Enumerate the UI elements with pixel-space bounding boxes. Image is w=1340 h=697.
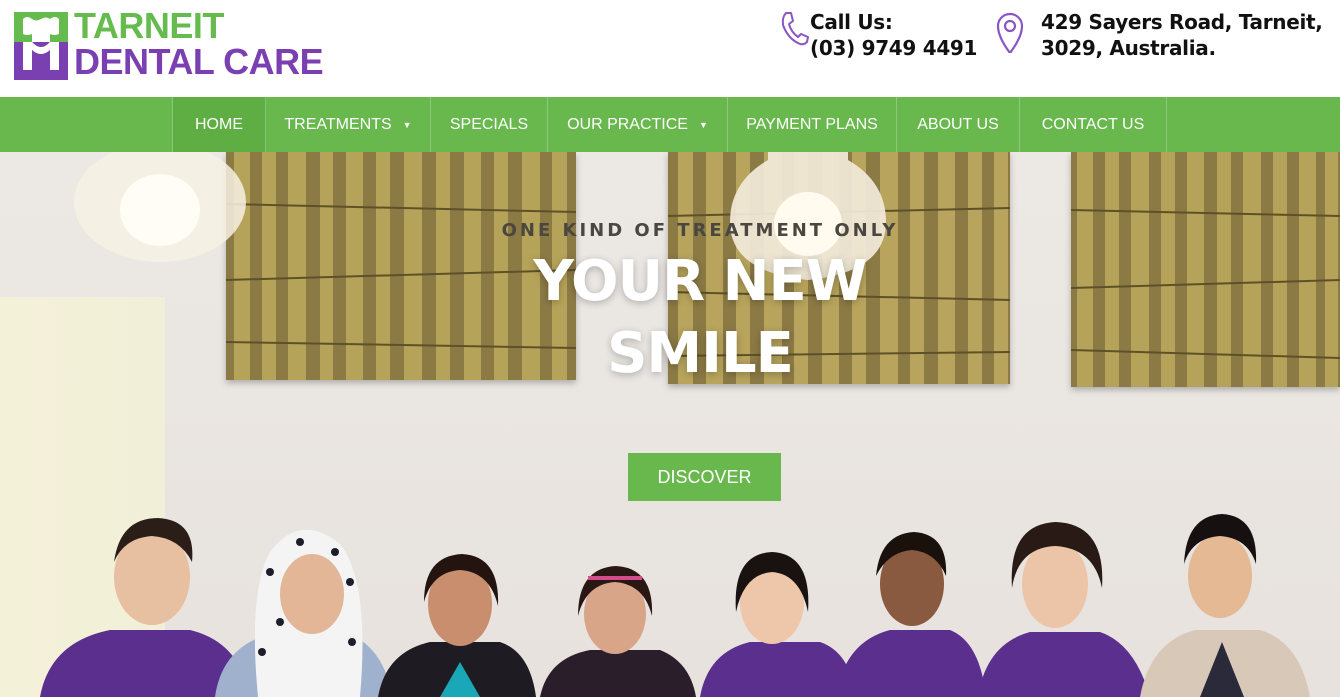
nav-item-treatments[interactable]: TREATMENTS ▼ bbox=[266, 97, 431, 152]
hero-subtitle: ONE KIND OF TREATMENT ONLY bbox=[501, 220, 899, 241]
nav-menu: HOME TREATMENTS ▼ SPECIALS OUR PRACTICE … bbox=[172, 97, 1167, 152]
hero-title-line-2: SMILE bbox=[607, 321, 794, 386]
phone-number[interactable]: (03) 9749 4491 bbox=[810, 35, 977, 61]
phone-icon bbox=[781, 12, 809, 46]
main-navigation: HOME TREATMENTS ▼ SPECIALS OUR PRACTICE … bbox=[0, 97, 1340, 152]
team-photo bbox=[40, 514, 1310, 697]
hero-banner: ONE KIND OF TREATMENT ONLY YOUR NEW SMIL… bbox=[0, 152, 1340, 697]
hero-title-line-1: YOUR NEW bbox=[533, 249, 867, 314]
nav-item-contact-us[interactable]: CONTACT US bbox=[1020, 97, 1167, 152]
chevron-down-icon: ▼ bbox=[402, 119, 412, 130]
nav-item-payment-plans[interactable]: PAYMENT PLANS bbox=[728, 97, 897, 152]
team-member bbox=[836, 532, 986, 697]
team-member bbox=[1140, 514, 1310, 697]
tooth-icon bbox=[14, 12, 68, 80]
hero-title: YOUR NEW SMILE bbox=[0, 246, 1340, 390]
address-block: 429 Sayers Road, Tarneit, 3029, Australi… bbox=[994, 9, 1334, 69]
address-line-1: 429 Sayers Road, Tarneit, bbox=[1041, 10, 1323, 34]
discover-button[interactable]: DISCOVER bbox=[628, 453, 781, 501]
team-member bbox=[40, 518, 250, 697]
nav-label: ABOUT US bbox=[917, 115, 999, 133]
call-us-block[interactable]: Call Us: (03) 9749 4491 bbox=[778, 9, 978, 69]
nav-item-our-practice[interactable]: OUR PRACTICE ▼ bbox=[548, 97, 728, 152]
nav-label: PAYMENT PLANS bbox=[746, 115, 878, 133]
address-line-2: 3029, Australia. bbox=[1041, 36, 1216, 60]
nav-label: CONTACT US bbox=[1041, 115, 1145, 133]
site-header: TARNEIT DENTAL CARE Call Us: (03) 9749 4… bbox=[0, 0, 1340, 97]
team-member bbox=[978, 522, 1150, 697]
team-member bbox=[700, 552, 856, 697]
site-logo[interactable]: TARNEIT DENTAL CARE bbox=[14, 6, 324, 82]
nav-item-home[interactable]: HOME bbox=[173, 97, 266, 152]
team-member bbox=[540, 566, 696, 697]
team-member bbox=[378, 554, 536, 697]
team-member bbox=[215, 529, 392, 697]
nav-item-about-us[interactable]: ABOUT US bbox=[897, 97, 1020, 152]
nav-item-specials[interactable]: SPECIALS bbox=[431, 97, 548, 152]
logo-text-dental-care: DENTAL CARE bbox=[74, 41, 324, 82]
nav-label: OUR PRACTICE bbox=[567, 115, 688, 133]
chevron-down-icon: ▼ bbox=[698, 119, 708, 130]
nav-label: TREATMENTS bbox=[284, 115, 392, 133]
nav-label: HOME bbox=[195, 115, 243, 133]
call-us-title: Call Us: bbox=[810, 10, 893, 34]
map-pin-icon bbox=[996, 12, 1024, 53]
nav-label: SPECIALS bbox=[449, 115, 529, 133]
logo-text-tarneit: TARNEIT bbox=[74, 5, 224, 46]
